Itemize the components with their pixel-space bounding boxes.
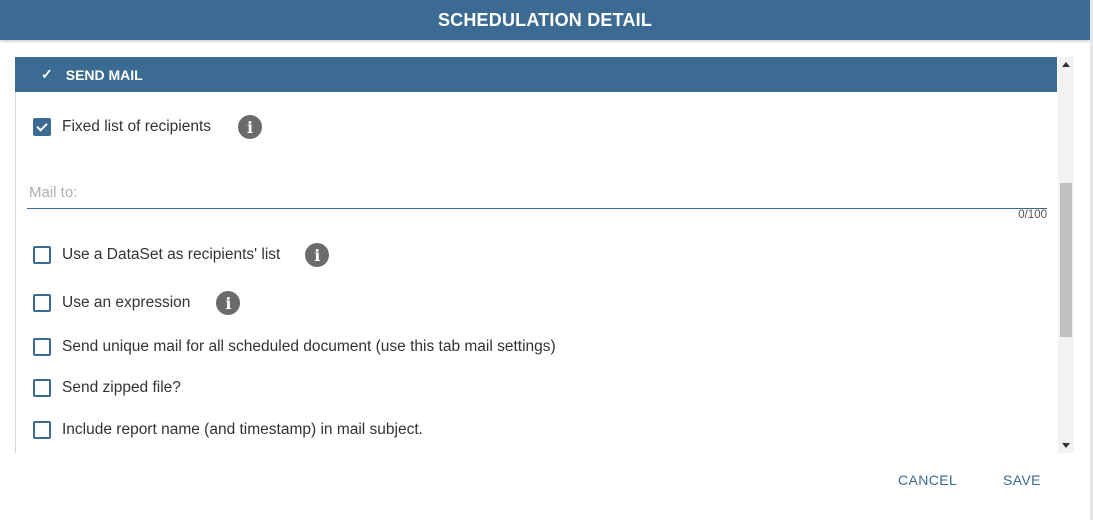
mail-to-input[interactable] bbox=[27, 184, 1051, 201]
scroll-thumb[interactable] bbox=[1060, 183, 1072, 337]
info-icon[interactable]: i bbox=[216, 291, 241, 315]
mail-to-field[interactable] bbox=[27, 184, 1051, 209]
include-name-option[interactable]: Include report name (and timestamp) in m… bbox=[33, 421, 423, 439]
fixed-list-label: Fixed list of recipients bbox=[62, 118, 212, 135]
dataset-option[interactable]: Use a DataSet as recipients' list i bbox=[33, 243, 330, 267]
expression-label: Use an expression bbox=[62, 294, 191, 311]
vertical-scrollbar[interactable] bbox=[1058, 57, 1074, 453]
fixed-list-checkbox[interactable] bbox=[33, 118, 51, 136]
info-icon[interactable]: i bbox=[238, 115, 263, 139]
content-area: ✓ SEND MAIL Fixed list of recipients i 0… bbox=[15, 57, 1074, 453]
send-mail-section-header[interactable]: ✓ SEND MAIL bbox=[15, 57, 1057, 92]
info-icon[interactable]: i bbox=[305, 243, 330, 267]
zipped-option[interactable]: Send zipped file? bbox=[33, 379, 181, 397]
dataset-label: Use a DataSet as recipients' list bbox=[62, 246, 281, 263]
scroll-down-icon[interactable] bbox=[1062, 443, 1070, 448]
expression-checkbox[interactable] bbox=[33, 294, 51, 312]
include-name-checkbox[interactable] bbox=[33, 421, 51, 439]
save-button[interactable]: SAVE bbox=[997, 471, 1047, 489]
scroll-up-icon[interactable] bbox=[1062, 62, 1070, 67]
fixed-list-option[interactable]: Fixed list of recipients i bbox=[33, 115, 263, 139]
check-icon: ✓ bbox=[41, 66, 53, 82]
send-mail-section-body: Fixed list of recipients i 0/100 Use a D… bbox=[15, 92, 1058, 453]
dialog-header: SCHEDULATION DETAIL bbox=[0, 0, 1090, 40]
section-title: SEND MAIL bbox=[65, 66, 143, 83]
zipped-checkbox[interactable] bbox=[33, 379, 51, 397]
expression-option[interactable]: Use an expression i bbox=[33, 291, 241, 315]
include-name-label: Include report name (and timestamp) in m… bbox=[62, 421, 423, 438]
dialog-title: SCHEDULATION DETAIL bbox=[437, 9, 653, 30]
unique-mail-option[interactable]: Send unique mail for all scheduled docum… bbox=[33, 338, 556, 356]
unique-mail-checkbox[interactable] bbox=[33, 338, 51, 356]
cancel-button[interactable]: CANCEL bbox=[892, 471, 963, 489]
zipped-label: Send zipped file? bbox=[62, 379, 181, 396]
char-counter: 0/100 bbox=[1018, 209, 1047, 221]
unique-mail-label: Send unique mail for all scheduled docum… bbox=[62, 338, 556, 355]
dataset-checkbox[interactable] bbox=[33, 246, 51, 264]
